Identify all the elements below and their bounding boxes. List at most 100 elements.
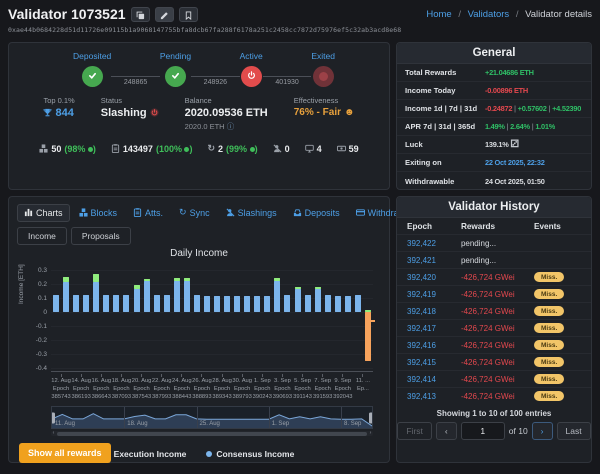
epoch-link[interactable]: 392,413: [407, 392, 436, 401]
subtab-income[interactable]: Income: [17, 227, 67, 245]
tab-blocks[interactable]: Blocks: [72, 204, 125, 222]
history-row[interactable]: 392,415-426,724 GWeiMiss.: [397, 353, 591, 370]
consensus-income-bar[interactable]: [224, 296, 230, 311]
history-row[interactable]: 392,414-426,724 GWeiMiss.: [397, 370, 591, 387]
consensus-income-bar[interactable]: [295, 289, 301, 312]
consensus-income-bar[interactable]: [184, 281, 190, 312]
history-row[interactable]: 392,422pending...: [397, 234, 591, 251]
history-row[interactable]: 392,417-426,724 GWeiMiss.: [397, 319, 591, 336]
consensus-income-bar[interactable]: [123, 295, 129, 312]
history-row[interactable]: 392,421pending...: [397, 251, 591, 268]
consensus-income-bar[interactable]: [264, 296, 270, 311]
history-epoch[interactable]: 392,415: [407, 358, 461, 367]
consensus-income-bar[interactable]: [315, 289, 321, 312]
history-epoch[interactable]: 392,416: [407, 341, 461, 350]
legend-consensus-income[interactable]: Consensus Income: [206, 449, 294, 459]
history-row[interactable]: 392,418-426,724 GWeiMiss.: [397, 302, 591, 319]
epoch-link[interactable]: 392,414: [407, 375, 436, 384]
consensus-income-bar[interactable]: [284, 295, 290, 312]
epoch-link[interactable]: 392,416: [407, 341, 436, 350]
execution-income-bar[interactable]: [144, 279, 150, 280]
lifecycle-active-circle[interactable]: [241, 66, 262, 87]
consensus-income-bar[interactable]: [53, 295, 59, 312]
pagination-page-input[interactable]: [461, 422, 505, 440]
edit-button[interactable]: [155, 7, 174, 22]
consensus-income-bar[interactable]: [214, 296, 220, 311]
history-epoch[interactable]: 392,418: [407, 307, 461, 316]
consensus-income-bar[interactable]: [234, 296, 240, 311]
breadcrumb-validators[interactable]: Validators: [468, 9, 510, 20]
legend-execution-income[interactable]: Execution Income: [104, 449, 187, 459]
scrollbar-handle[interactable]: [57, 432, 367, 436]
consensus-income-bar[interactable]: [113, 295, 119, 312]
navigator-right-handle[interactable]: [369, 412, 373, 423]
consensus-income-bar[interactable]: [254, 296, 260, 311]
lifecycle-deposited-circle[interactable]: [82, 66, 103, 87]
navigator-left-handle[interactable]: [51, 412, 55, 423]
history-row[interactable]: 392,420-426,724 GWeiMiss.: [397, 268, 591, 285]
consensus-income-bar[interactable]: [305, 295, 311, 312]
consensus-income-bar[interactable]: [154, 295, 160, 312]
history-epoch[interactable]: 392,422: [407, 239, 461, 248]
execution-income-bar[interactable]: [63, 277, 69, 283]
breadcrumb-home[interactable]: Home: [426, 9, 451, 20]
consensus-income-bar[interactable]: [83, 295, 89, 312]
tab-slashings[interactable]: Slashings: [219, 204, 284, 222]
validator-pubkey[interactable]: 0xae44b0684228d51d11726e09115b1a90681477…: [8, 26, 592, 34]
history-row[interactable]: 392,419-426,724 GWeiMiss.: [397, 285, 591, 302]
pagination-next-button[interactable]: ›: [532, 422, 553, 440]
consensus-income-bar[interactable]: [164, 295, 170, 312]
consensus-income-bar[interactable]: [244, 296, 250, 311]
history-epoch[interactable]: 392,414: [407, 375, 461, 384]
tab-deposits[interactable]: Deposits: [286, 204, 347, 222]
epoch-link[interactable]: 392,420: [407, 273, 436, 282]
tab-atts[interactable]: Atts.: [126, 204, 170, 222]
execution-income-bar[interactable]: [134, 285, 140, 289]
pagination-prev-button[interactable]: ‹: [436, 422, 457, 440]
tab-charts[interactable]: Charts: [17, 204, 70, 222]
bookmark-button[interactable]: [179, 7, 198, 22]
epoch-link[interactable]: 392,421: [407, 256, 436, 265]
copy-button[interactable]: [131, 7, 150, 22]
pagination-first-button[interactable]: First: [397, 422, 432, 440]
history-epoch[interactable]: 392,420: [407, 273, 461, 282]
consensus-income-bar[interactable]: [103, 295, 109, 312]
consensus-income-bar[interactable]: [345, 296, 351, 311]
history-row[interactable]: 392,413-426,724 GWeiMiss.: [397, 387, 591, 404]
subtab-proposals[interactable]: Proposals: [71, 227, 131, 245]
consensus-income-bar[interactable]: [355, 295, 361, 312]
epoch-link[interactable]: 392,415: [407, 358, 436, 367]
scroll-left-icon[interactable]: ‹: [51, 431, 56, 436]
execution-income-bar[interactable]: [93, 274, 99, 282]
history-epoch[interactable]: 392,419: [407, 290, 461, 299]
epoch-link[interactable]: 392,418: [407, 307, 436, 316]
epoch-link[interactable]: 392,417: [407, 324, 436, 333]
execution-income-bar[interactable]: [295, 287, 301, 290]
lifecycle-pending-circle[interactable]: [165, 66, 186, 87]
epoch-link[interactable]: 392,422: [407, 239, 436, 248]
chart-scrollbar[interactable]: ‹ ›: [51, 431, 373, 436]
consensus-income-bar[interactable]: [134, 289, 140, 312]
execution-income-bar[interactable]: [184, 278, 190, 281]
consensus-income-bar[interactable]: [274, 281, 280, 312]
consensus-income-bar[interactable]: [63, 282, 69, 312]
history-row[interactable]: 392,416-426,724 GWeiMiss.: [397, 336, 591, 353]
consensus-income-bar[interactable]: [144, 281, 150, 312]
consensus-income-bar[interactable]: [174, 281, 180, 312]
history-epoch[interactable]: 392,421: [407, 256, 461, 265]
consensus-income-bar[interactable]: [325, 295, 331, 312]
consensus-income-bar[interactable]: [194, 295, 200, 312]
execution-income-bar[interactable]: [315, 287, 321, 290]
tab-sync[interactable]: ↻Sync: [172, 203, 217, 222]
consensus-income-bar[interactable]: [335, 296, 341, 311]
consensus-income-bar[interactable]: [73, 295, 79, 312]
execution-income-bar[interactable]: [274, 278, 280, 281]
history-epoch[interactable]: 392,413: [407, 392, 461, 401]
history-epoch[interactable]: 392,417: [407, 324, 461, 333]
show-all-rewards-button[interactable]: Show all rewards: [19, 443, 111, 463]
chart-navigator[interactable]: 11. Aug18. Aug25. Aug1. Sep8. Sep: [51, 406, 373, 429]
consensus-income-bar[interactable]: [93, 282, 99, 312]
consensus-income-bar[interactable]: [204, 296, 210, 311]
lifecycle-exited-circle[interactable]: [313, 66, 334, 87]
scroll-right-icon[interactable]: ›: [368, 431, 373, 436]
